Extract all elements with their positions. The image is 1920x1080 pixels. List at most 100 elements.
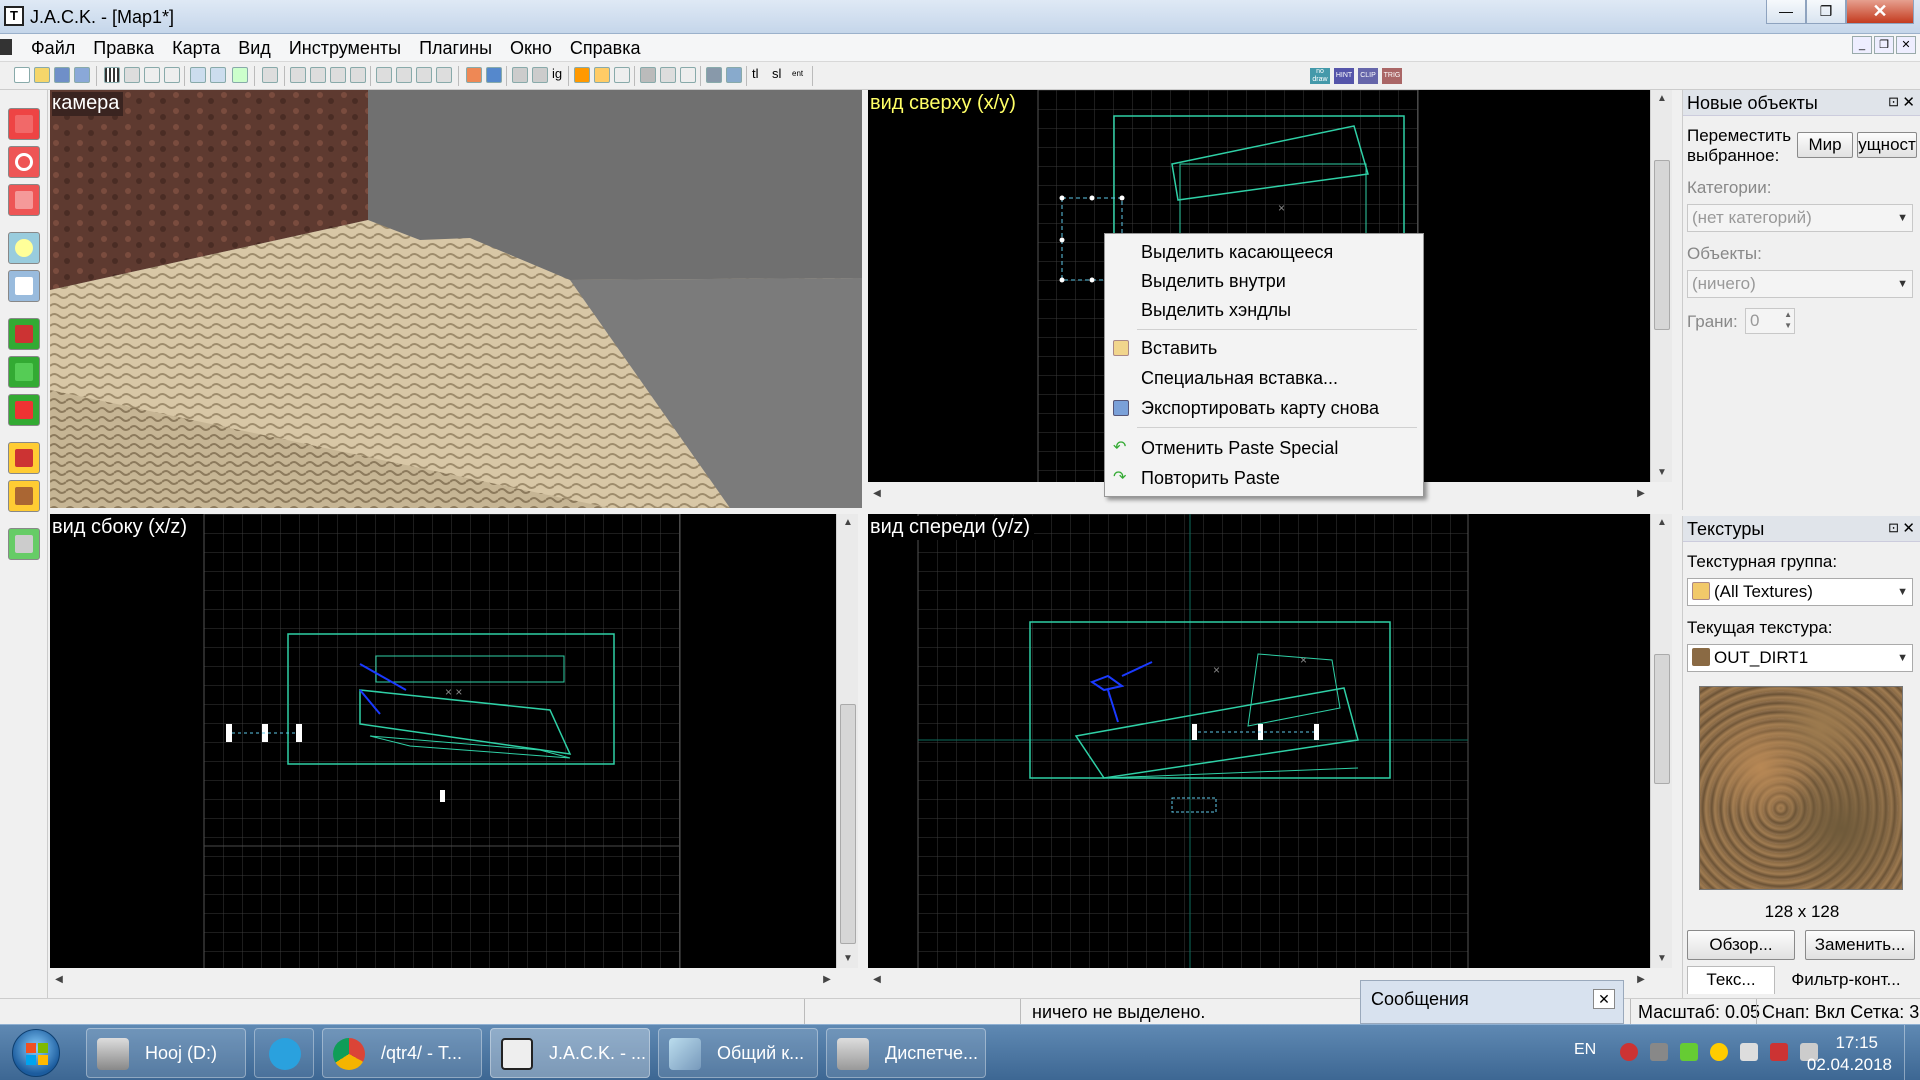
faces-spinner[interactable]: 0 ▲ ▼ <box>1745 308 1795 334</box>
ctx-undo[interactable]: ↶ Отменить Paste Special <box>1105 434 1423 462</box>
tab-textures[interactable]: Текс... <box>1687 966 1775 994</box>
texture-group-select[interactable]: (All Textures) ▼ <box>1687 578 1913 606</box>
ig-label[interactable]: ig <box>552 66 562 81</box>
scroll-right-arrow-icon[interactable]: ▶ <box>1632 484 1650 504</box>
show-desktop-button[interactable] <box>1904 1025 1920 1080</box>
carve-icon[interactable] <box>262 67 278 83</box>
align-right-icon[interactable] <box>310 67 326 83</box>
sl-label[interactable]: sl <box>772 66 781 81</box>
flip-v-icon[interactable] <box>396 67 412 83</box>
magnify-tool-icon[interactable] <box>8 146 40 178</box>
scroll-right-arrow-icon[interactable]: ▶ <box>818 970 836 990</box>
copy-icon[interactable] <box>594 67 610 83</box>
mdi-minimize-button[interactable]: _ <box>1852 36 1872 54</box>
open-icon[interactable] <box>34 67 50 83</box>
scroll-down-arrow-icon[interactable]: ▼ <box>1651 464 1673 482</box>
clip-tool-icon[interactable] <box>8 394 40 426</box>
rotate-icon[interactable] <box>416 67 432 83</box>
objects-select[interactable]: (ничего) ▼ <box>1687 270 1913 298</box>
ctx-select-touching[interactable]: Выделить касающееся <box>1105 238 1423 266</box>
menu-view[interactable]: Вид <box>229 38 280 58</box>
scroll-down-arrow-icon[interactable]: ▼ <box>1651 950 1673 968</box>
unhide-icon[interactable] <box>532 67 548 83</box>
close-icon[interactable]: ✕ <box>1902 93 1915 111</box>
front-viewport-vscroll[interactable]: ▲ ▼ <box>1650 514 1672 968</box>
start-button[interactable] <box>12 1029 60 1077</box>
ctx-paste-special[interactable]: Специальная вставка... <box>1105 364 1423 392</box>
texture-tool-icon[interactable] <box>8 318 40 350</box>
grid-icon[interactable] <box>104 67 120 83</box>
side-viewport-vscroll[interactable]: ▲ ▼ <box>836 514 858 968</box>
snap-icon[interactable] <box>232 67 248 83</box>
menu-help[interactable]: Справка <box>561 38 650 58</box>
ctx-redo[interactable]: ↷ Повторить Paste <box>1105 464 1423 492</box>
clock-date[interactable]: 02.04.2018 <box>1807 1055 1892 1075</box>
side-viewport-hscroll[interactable]: ◀ ▶ <box>50 970 836 990</box>
grid-toggle-icon[interactable] <box>124 67 140 83</box>
ctx-paste[interactable]: Вставить <box>1105 334 1423 362</box>
usb-icon[interactable] <box>1650 1043 1668 1061</box>
apply-decal-tool-icon[interactable] <box>8 356 40 388</box>
rotate-back-icon[interactable] <box>436 67 452 83</box>
flag-icon[interactable] <box>1770 1043 1788 1061</box>
menu-tools[interactable]: Инструменты <box>280 38 410 58</box>
camera-tool-icon[interactable] <box>8 184 40 216</box>
hide-icon[interactable] <box>512 67 528 83</box>
grid-larger-icon[interactable] <box>164 67 180 83</box>
signal-icon[interactable] <box>1680 1043 1698 1061</box>
browse-button[interactable]: Обзор... <box>1687 930 1795 960</box>
close-icon[interactable]: ✕ <box>1902 519 1915 537</box>
scroll-up-arrow-icon[interactable]: ▲ <box>1651 90 1673 108</box>
scroll-up-arrow-icon[interactable]: ▲ <box>837 514 859 532</box>
cut-icon[interactable] <box>574 67 590 83</box>
paste-icon[interactable] <box>614 67 630 83</box>
clip-button[interactable]: CLIP <box>1358 68 1378 84</box>
align-bottom-icon[interactable] <box>350 67 366 83</box>
hint-button[interactable]: HINT <box>1334 68 1354 84</box>
task-telegram[interactable] <box>254 1028 314 1078</box>
align-top-icon[interactable] <box>330 67 346 83</box>
close-icon[interactable]: ✕ <box>1593 989 1615 1009</box>
tab-filter-control[interactable]: Фильтр-конт... <box>1777 968 1915 994</box>
app-icon[interactable]: T <box>4 6 24 26</box>
scroll-thumb[interactable] <box>840 704 856 944</box>
select-icon[interactable] <box>660 67 676 83</box>
pin-icon[interactable]: ⊡ <box>1888 94 1899 110</box>
close-button[interactable]: ✕ <box>1846 0 1914 24</box>
overlay-tool-icon[interactable] <box>8 528 40 560</box>
ungroup-icon[interactable] <box>210 67 226 83</box>
scroll-down-arrow-icon[interactable]: ▼ <box>837 950 859 968</box>
trig-button[interactable]: TRIG <box>1382 68 1402 84</box>
flip-h-icon[interactable] <box>376 67 392 83</box>
ctx-export-map-again[interactable]: Экспортировать карту снова <box>1105 394 1423 422</box>
zoom-icon[interactable] <box>680 67 696 83</box>
selection-tool-icon[interactable] <box>8 108 40 140</box>
compile-icon[interactable] <box>706 67 722 83</box>
path-tool-icon[interactable] <box>8 480 40 512</box>
pin-icon[interactable]: ⊡ <box>1888 520 1899 536</box>
align-left-icon[interactable] <box>290 67 306 83</box>
scroll-up-arrow-icon[interactable]: ▲ <box>1651 514 1673 532</box>
language-indicator[interactable]: EN <box>1574 1041 1596 1059</box>
scroll-thumb[interactable] <box>1654 160 1670 330</box>
grid-smaller-icon[interactable] <box>144 67 160 83</box>
menu-file[interactable]: Файл <box>22 38 84 58</box>
scroll-thumb[interactable] <box>1654 654 1670 784</box>
save-all-icon[interactable] <box>74 67 90 83</box>
antivirus-icon[interactable] <box>1620 1043 1638 1061</box>
new-icon[interactable] <box>14 67 30 83</box>
entity-button[interactable]: ущност <box>1857 132 1917 158</box>
task-chrome[interactable]: /qtr4/ - Т... <box>322 1028 482 1078</box>
scroll-left-arrow-icon[interactable]: ◀ <box>868 970 886 990</box>
scroll-right-arrow-icon[interactable]: ▶ <box>1632 970 1650 990</box>
save-icon[interactable] <box>54 67 70 83</box>
menu-window[interactable]: Окно <box>501 38 561 58</box>
task-drive[interactable]: Нооj (D:) <box>86 1028 246 1078</box>
brush-icon[interactable] <box>486 67 502 83</box>
run-icon[interactable] <box>726 67 742 83</box>
texture-preview[interactable] <box>1699 686 1903 890</box>
update-icon[interactable] <box>1710 1043 1728 1061</box>
block-tool-icon[interactable] <box>8 270 40 302</box>
ctx-select-inside[interactable]: Выделить внутри <box>1105 267 1423 295</box>
tl-label[interactable]: tl <box>752 66 759 81</box>
